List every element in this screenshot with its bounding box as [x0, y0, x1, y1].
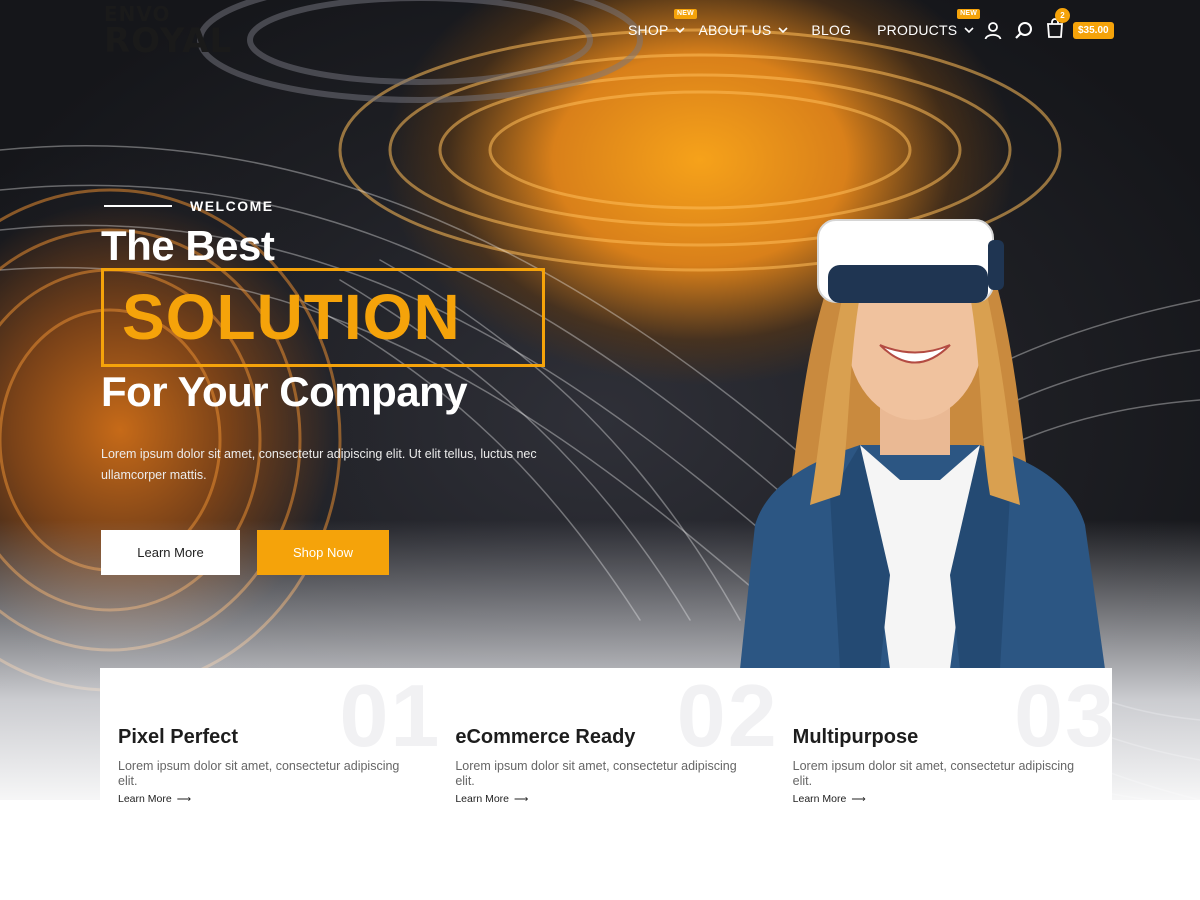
welcome-eyebrow: WELCOME [104, 198, 274, 214]
feature-text: Lorem ipsum dolor sit amet, consectetur … [792, 759, 1075, 788]
link-label: Learn More [118, 793, 172, 805]
new-badge: NEW [957, 9, 981, 19]
nav-item-label: ABOUT US [698, 22, 772, 38]
welcome-label: WELCOME [190, 198, 274, 214]
arrow-right-icon: ⟶ [851, 793, 866, 805]
hero-description: Lorem ipsum dolor sit amet, consectetur … [101, 447, 537, 482]
cart-count-badge: 2 [1055, 8, 1070, 23]
chevron-down-icon [675, 27, 686, 34]
chevron-down-icon [778, 27, 788, 34]
cart-total[interactable]: $35.00 [1073, 22, 1114, 39]
feature-learn-more-link[interactable]: Learn More ⟶ [455, 793, 528, 805]
site-logo[interactable]: ENVO ROYAL [104, 4, 232, 58]
new-badge: NEW [674, 9, 697, 19]
nav-item-label: BLOG [811, 22, 852, 38]
feature-title: Pixel Perfect [118, 726, 239, 748]
cart-button[interactable]: 2 [1044, 8, 1075, 44]
arrow-right-icon: ⟶ [176, 793, 192, 805]
main-nav: NEW SHOP ABOUT US BLOG NEW PRODUCTS [628, 9, 981, 40]
nav-item-about-us[interactable]: ABOUT US [698, 22, 789, 38]
nav-item-blog[interactable]: BLOG [811, 22, 851, 38]
features-section: 01 Pixel Perfect Lorem ipsum dolor sit a… [100, 668, 1112, 828]
logo-line-2: ROYAL [104, 21, 233, 61]
nav-item-products[interactable]: NEW PRODUCTS [877, 9, 981, 38]
hero-heading-line-1: The Best [101, 222, 275, 269]
feature-learn-more-link[interactable]: Learn More ⟶ [793, 793, 866, 805]
woman-vr-headset-image [740, 219, 1105, 669]
feature-text: Lorem ipsum dolor sit amet, consectetur … [455, 759, 737, 788]
feature-card: 01 Pixel Perfect Lorem ipsum dolor sit a… [100, 668, 437, 828]
divider [104, 205, 172, 207]
shop-now-button[interactable]: Shop Now [257, 530, 389, 575]
hero-heading-highlight: SOLUTION [122, 281, 461, 353]
chevron-down-icon [964, 27, 974, 34]
feature-card: 02 eCommerce Ready Lorem ipsum dolor sit… [437, 668, 774, 828]
link-label: Learn More [792, 793, 847, 805]
user-icon[interactable] [982, 20, 1004, 42]
nav-item-shop[interactable]: NEW SHOP [628, 9, 697, 38]
feature-text: Lorem ipsum dolor sit amet, consectetur … [118, 759, 400, 788]
feature-title: eCommerce Ready [455, 726, 636, 748]
learn-more-button[interactable]: Learn More [101, 530, 240, 575]
nav-item-label: SHOP [628, 22, 669, 38]
feature-learn-more-link[interactable]: Learn More ⟶ [118, 793, 191, 805]
search-icon[interactable] [1013, 20, 1035, 42]
feature-title: Multipurpose [792, 726, 919, 748]
header-icons: 2 $35.00 [982, 8, 1114, 44]
nav-item-label: PRODUCTS [877, 22, 958, 38]
link-label: Learn More [455, 793, 510, 805]
arrow-right-icon: ⟶ [514, 793, 529, 805]
feature-card: 03 Multipurpose Lorem ipsum dolor sit am… [775, 668, 1112, 828]
hero-heading-line-3: For Your Company [101, 368, 468, 415]
